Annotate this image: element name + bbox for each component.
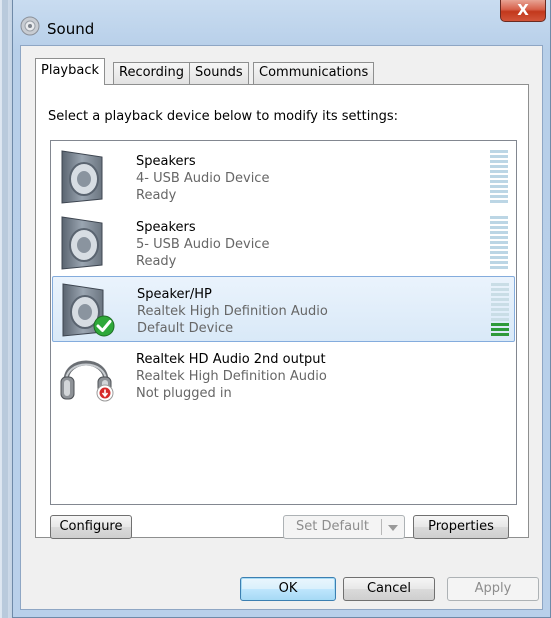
volume-meter [490,216,508,270]
device-item-speaker-hp[interactable]: Speaker/HP Realtek High Definition Audio… [52,276,515,342]
speaker-icon [61,216,103,270]
close-button[interactable]: X [500,0,546,22]
unplugged-badge-icon [96,384,114,402]
device-name: Speaker/HP [137,287,212,302]
sound-app-icon [20,16,40,36]
device-name: Speakers [136,220,196,235]
ok-button[interactable]: OK [240,577,336,601]
device-name: Realtek HD Audio 2nd output [136,352,326,367]
volume-meter [490,150,508,204]
instruction-text: Select a playback device below to modify… [48,109,398,124]
device-description: Realtek High Definition Audio [137,304,328,319]
default-device-check-icon [93,315,115,337]
set-default-split-button[interactable]: Set Default [283,515,405,539]
device-description: 4- USB Audio Device [136,171,270,186]
device-list[interactable]: Speakers 4- USB Audio Device Ready Speak… [50,140,517,505]
configure-button[interactable]: Configure [50,515,132,539]
device-item-speakers-usb-4[interactable]: Speakers 4- USB Audio Device Ready [52,144,515,210]
background-window-edge [0,0,12,618]
background-scrollbar [2,0,8,618]
window-title: Sound [47,20,95,38]
device-status: Default Device [137,321,234,336]
sound-dialog: Sound X Playback Recording Sounds Commun… [12,0,551,618]
device-status: Not plugged in [136,386,232,401]
device-status: Ready [136,188,177,203]
cancel-button[interactable]: Cancel [343,577,435,601]
speaker-icon [61,150,103,204]
tab-recording[interactable]: Recording [113,62,191,84]
title-bar[interactable]: Sound X [13,0,550,46]
tab-communications[interactable]: Communications [253,62,375,84]
device-status: Ready [136,254,177,269]
device-description: 5- USB Audio Device [136,237,270,252]
close-icon: X [517,1,529,19]
playback-panel: Select a playback device below to modify… [35,84,529,539]
properties-button[interactable]: Properties [413,515,509,539]
device-name: Speakers [136,154,196,169]
device-item-speakers-usb-5[interactable]: Speakers 5- USB Audio Device Ready [52,210,515,276]
tab-playback[interactable]: Playback [35,58,106,85]
apply-button[interactable]: Apply [447,577,539,601]
tab-sounds[interactable]: Sounds [189,62,249,84]
volume-meter [491,283,509,337]
set-default-label: Set Default [296,519,369,534]
chevron-down-icon[interactable] [388,525,398,531]
split-separator [381,519,382,535]
dialog-client-area: Playback Recording Sounds Communications… [20,45,543,610]
device-description: Realtek High Definition Audio [136,369,327,384]
device-item-realtek-2nd-output[interactable]: Realtek HD Audio 2nd output Realtek High… [52,342,515,408]
